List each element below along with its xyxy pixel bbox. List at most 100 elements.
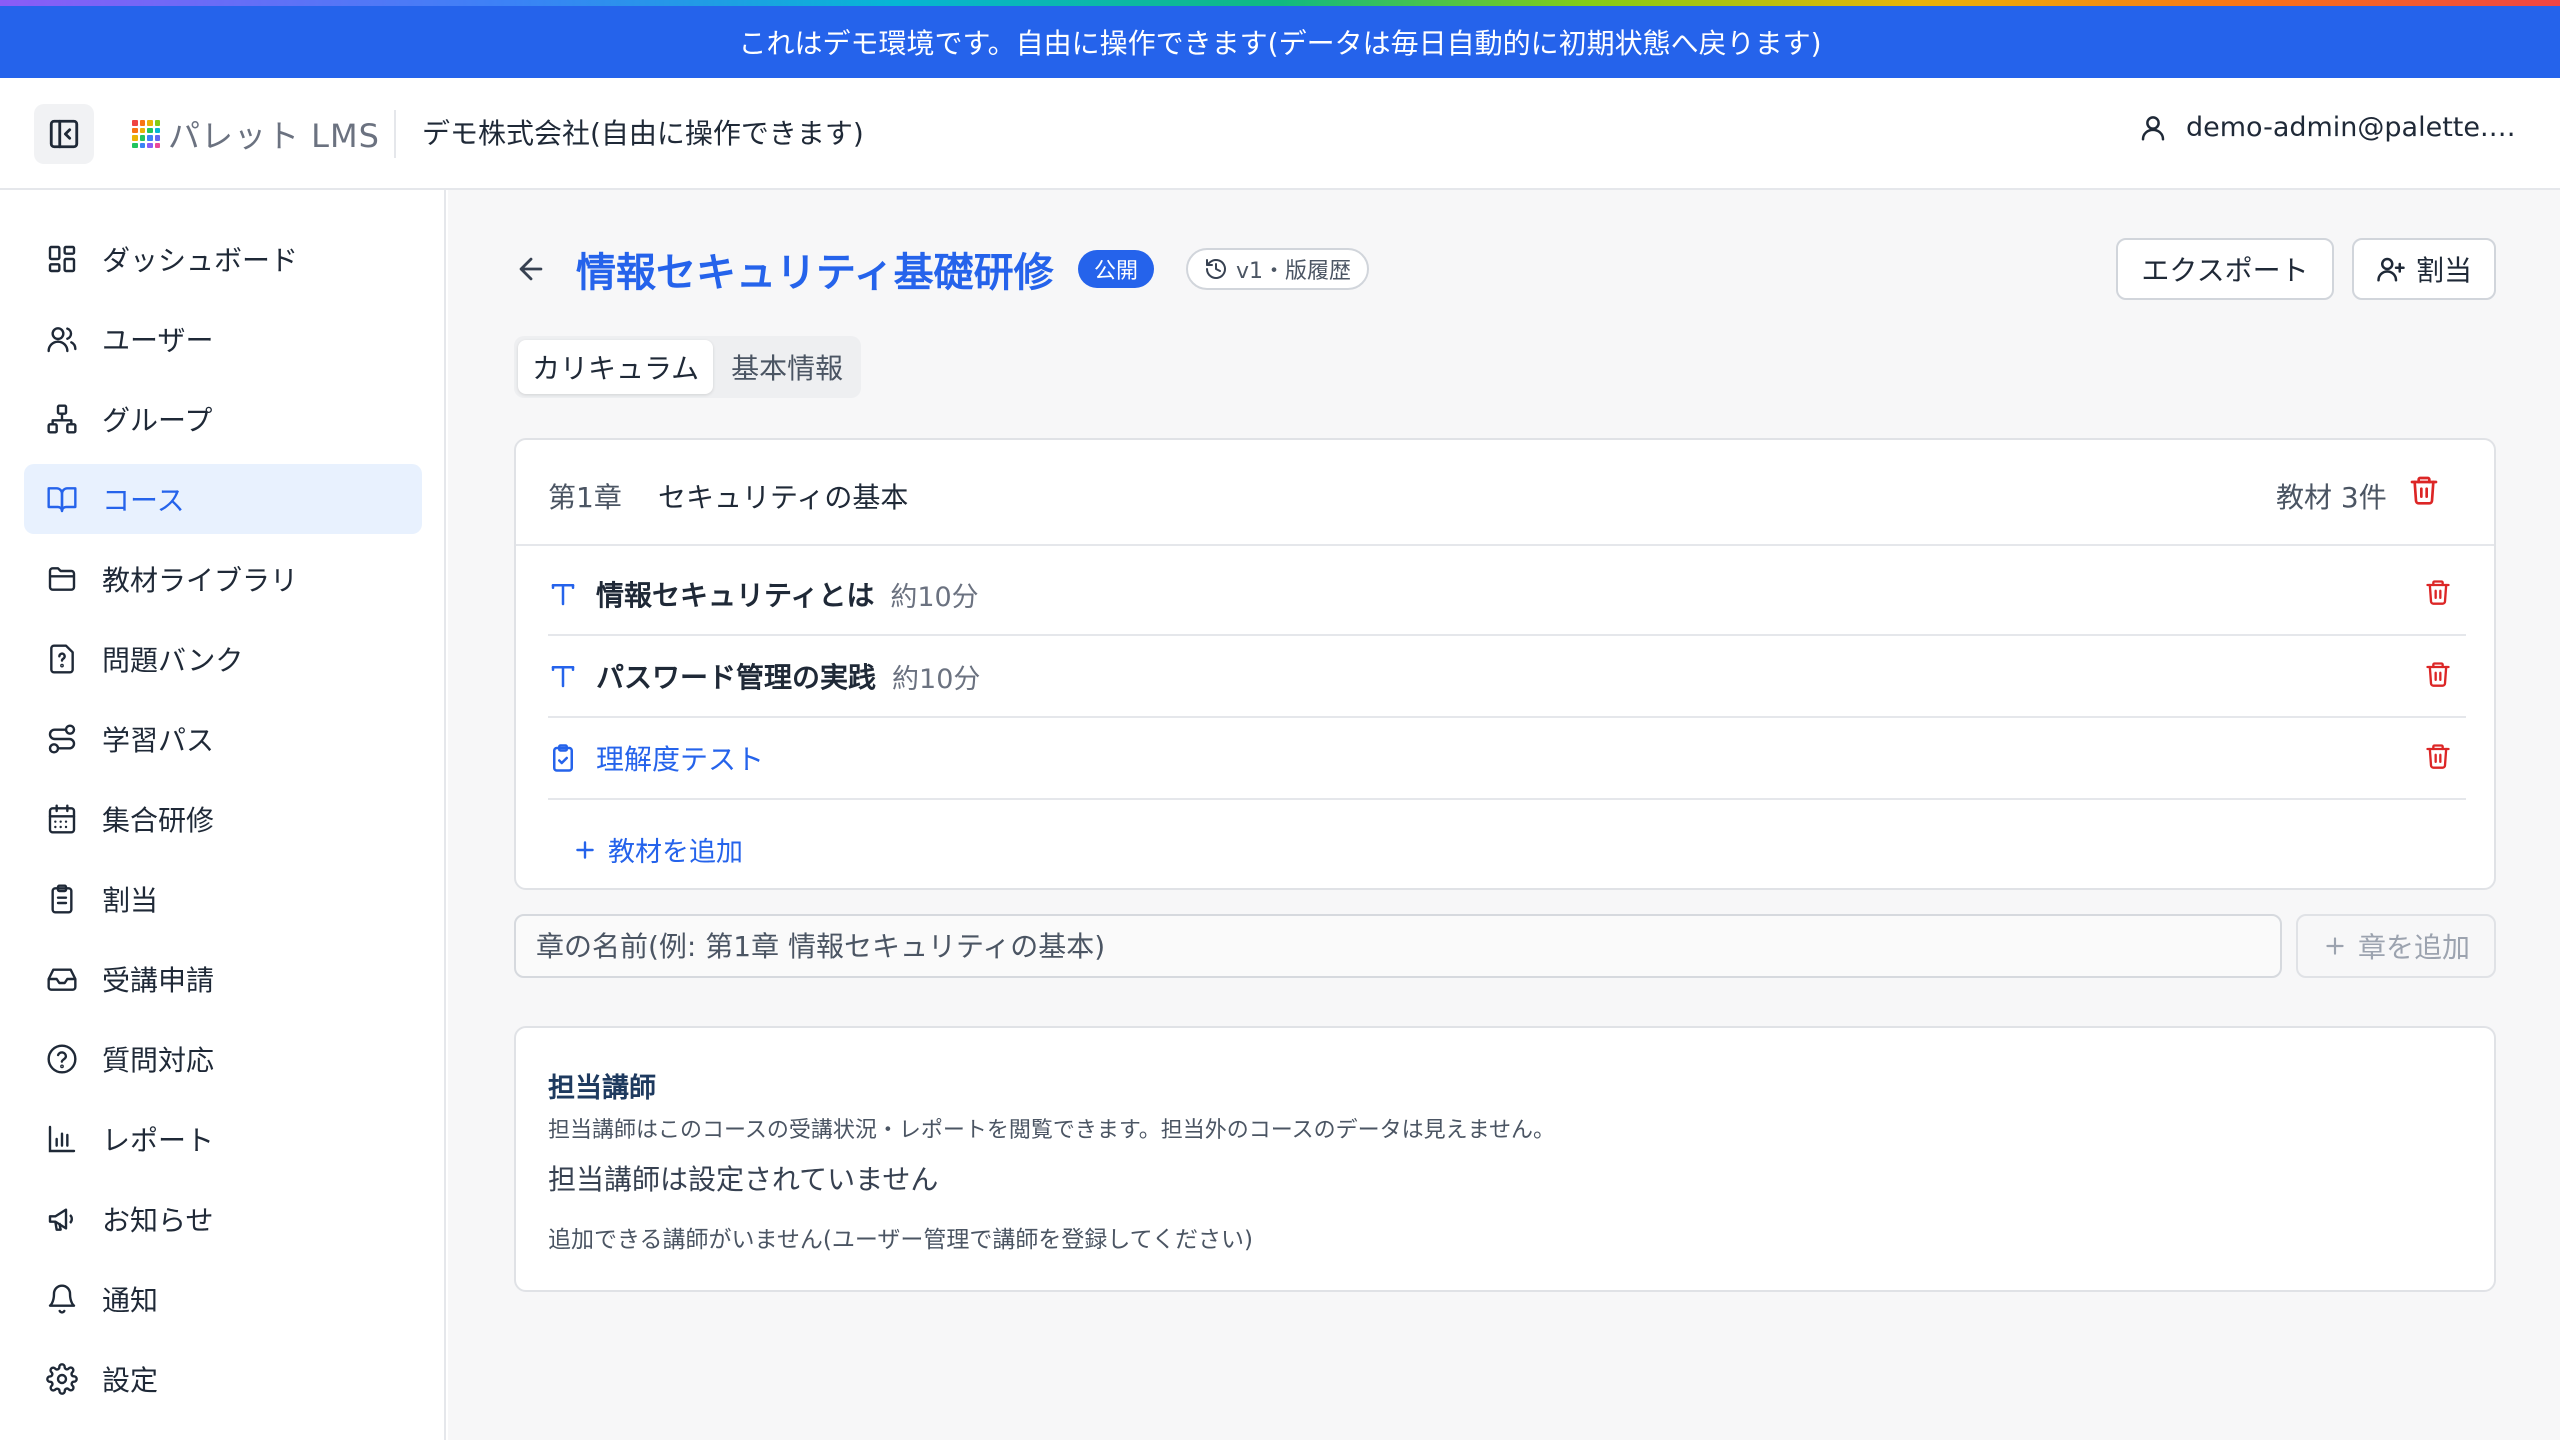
question-file-icon [50, 644, 74, 674]
logo-mark-icon [132, 120, 160, 148]
material-duration: 約10分 [890, 581, 979, 613]
status-badge: 公開 [1078, 250, 1155, 288]
add-chapter-label: 章を追加 [2357, 931, 2470, 964]
sidebar-item-learning-path[interactable]: 学習パス [24, 704, 422, 774]
sidebar-item-label: 教材ライブラリ [102, 564, 299, 597]
sidebar-item-label: 集合研修 [102, 804, 215, 837]
sidebar-item-question-bank[interactable]: 問題バンク [24, 624, 422, 694]
trash-icon [2426, 744, 2450, 769]
instructor-hint: 追加できる講師がいません(ユーザー管理で講師を登録してください) [548, 1227, 1253, 1253]
folder-icon [48, 567, 76, 591]
sidebar-item-label: ダッシュボード [102, 244, 299, 277]
sidebar-item-label: 割当 [102, 884, 159, 917]
inbox-icon [47, 968, 77, 991]
sidebar-item-announcements[interactable]: お知らせ [24, 1184, 422, 1254]
instructor-description: 担当講師はこのコースの受講状況・レポートを閲覧できます。担当外のコースのデータは… [548, 1118, 1555, 1143]
sidebar-item-material-library[interactable]: 教材ライブラリ [24, 544, 422, 614]
clipboard-icon [51, 884, 73, 914]
sidebar-item-label: グループ [102, 404, 213, 437]
add-material-label: 教材を追加 [608, 837, 743, 868]
history-icon [1206, 259, 1226, 279]
chapter-name-input[interactable] [514, 914, 2282, 978]
tab-curriculum[interactable]: カリキュラム [518, 340, 714, 394]
sidebar-item-group-training[interactable]: 集合研修 [24, 784, 422, 854]
sidebar-item-label: 設定 [102, 1364, 159, 1397]
bell-icon [48, 1284, 76, 1314]
app-logo[interactable]: パレット LMS [132, 114, 380, 155]
sidebar: ダッシュボード ユーザー グループ コース 教材ライブラリ 問題バンク 学習パス… [0, 190, 446, 1440]
material-title[interactable]: 理解度テスト [596, 738, 764, 778]
group-icon [47, 404, 77, 434]
trash-icon [2426, 580, 2450, 605]
instructor-card: 担当講師 担当講師はこのコースの受講状況・レポートを閲覧できます。担当外のコース… [514, 1026, 2496, 1292]
trash-icon [2426, 662, 2450, 687]
user-email: demo-admin@palette.example.com [2186, 112, 2516, 143]
dashboard-icon [48, 245, 76, 273]
sidebar-item-enrollment-requests[interactable]: 受講申請 [24, 944, 422, 1014]
user-plus-icon [2377, 257, 2405, 282]
plus-icon [2326, 937, 2344, 955]
users-icon [47, 327, 77, 353]
delete-material-button[interactable] [2424, 660, 2452, 692]
company-name: デモ株式会社(自由に操作できます) [422, 117, 864, 150]
material-row[interactable]: 理解度テスト [548, 718, 2466, 800]
gear-icon [46, 1363, 78, 1395]
sidebar-item-reports[interactable]: レポート [24, 1104, 422, 1174]
material-title: 情報セキュリティとは [596, 579, 875, 612]
sidebar-item-label: レポート [102, 1124, 215, 1157]
sidebar-item-label: 質問対応 [102, 1044, 215, 1077]
delete-chapter-button[interactable] [2408, 474, 2440, 510]
text-icon [548, 661, 578, 691]
assign-label: 割当 [2415, 254, 2472, 287]
sidebar-item-label: 問題バンク [102, 644, 244, 677]
book-icon [47, 487, 77, 513]
version-history-button[interactable]: v1・版履歴 [1186, 248, 1370, 290]
sidebar-item-label: 受講申請 [102, 964, 215, 997]
instructor-empty-text: 担当講師は設定されていません [548, 1163, 939, 1196]
logo-text: パレット LMS [168, 117, 380, 155]
megaphone-icon [48, 1208, 73, 1231]
trash-icon [2410, 476, 2438, 505]
sidebar-item-settings[interactable]: 設定 [24, 1344, 422, 1414]
main-content: 情報セキュリティ基礎研修 公開 v1・版履歴 エクスポート 割当 カリキュラム … [448, 190, 2560, 1440]
sidebar-item-label: 通知 [102, 1284, 159, 1317]
assign-button[interactable]: 割当 [2352, 238, 2496, 300]
back-button[interactable] [514, 252, 548, 290]
delete-material-button[interactable] [2424, 742, 2452, 774]
material-row[interactable]: パスワード管理の実践 約10分 [548, 636, 2466, 718]
material-duration: 約10分 [892, 663, 981, 695]
page-title: 情報セキュリティ基礎研修 [576, 250, 1054, 296]
sidebar-item-dashboard[interactable]: ダッシュボード [24, 224, 422, 294]
export-button[interactable]: エクスポート [2116, 238, 2334, 300]
material-title: パスワード管理の実践 [596, 661, 877, 694]
sidebar-item-groups[interactable]: グループ [24, 384, 422, 454]
version-label: v1・版履歴 [1236, 259, 1352, 284]
chapter-header[interactable]: 第1章 セキュリティの基本 教材 3件 [516, 440, 2494, 546]
sidebar-item-notifications[interactable]: 通知 [24, 1264, 422, 1334]
sidebar-item-assignments[interactable]: 割当 [24, 864, 422, 934]
add-material-button[interactable]: 教材を追加 [572, 830, 743, 869]
demo-banner: これはデモ環境です。自由に操作できます(データは毎日自動的に初期状態へ戻ります) [0, 6, 2560, 78]
arrow-left-icon [519, 257, 543, 281]
material-count: 教材 3件 [2276, 481, 2387, 514]
instructor-section-title: 担当講師 [548, 1073, 656, 1104]
chapter-number: 第1章 [548, 481, 622, 514]
chapter-name: セキュリティの基本 [658, 481, 909, 514]
sidebar-item-users[interactable]: ユーザー [24, 304, 422, 374]
sidebar-toggle-button[interactable] [34, 104, 94, 164]
tab-bar: カリキュラム 基本情報 [514, 336, 862, 398]
chapter-card: 第1章 セキュリティの基本 教材 3件 情報セキュリティとは 約10分 パスワー… [514, 438, 2496, 890]
app-header: パレット LMS デモ株式会社(自由に操作できます) demo-admin@pa… [0, 78, 2560, 190]
sidebar-item-courses[interactable]: コース [24, 464, 422, 534]
add-chapter-button[interactable]: 章を追加 [2296, 914, 2496, 978]
sidebar-item-label: ユーザー [102, 324, 214, 357]
material-row[interactable]: 情報セキュリティとは 約10分 [548, 554, 2466, 636]
sidebar-collapse-icon [49, 119, 79, 149]
user-menu[interactable]: demo-admin@palette.example.com [2138, 112, 2516, 143]
tab-basic-info[interactable]: 基本情報 [717, 340, 857, 394]
text-icon [548, 579, 578, 609]
delete-material-button[interactable] [2424, 578, 2452, 610]
clipboard-check-icon [548, 743, 578, 773]
sidebar-item-label: 学習パス [102, 724, 215, 757]
sidebar-item-questions[interactable]: 質問対応 [24, 1024, 422, 1094]
